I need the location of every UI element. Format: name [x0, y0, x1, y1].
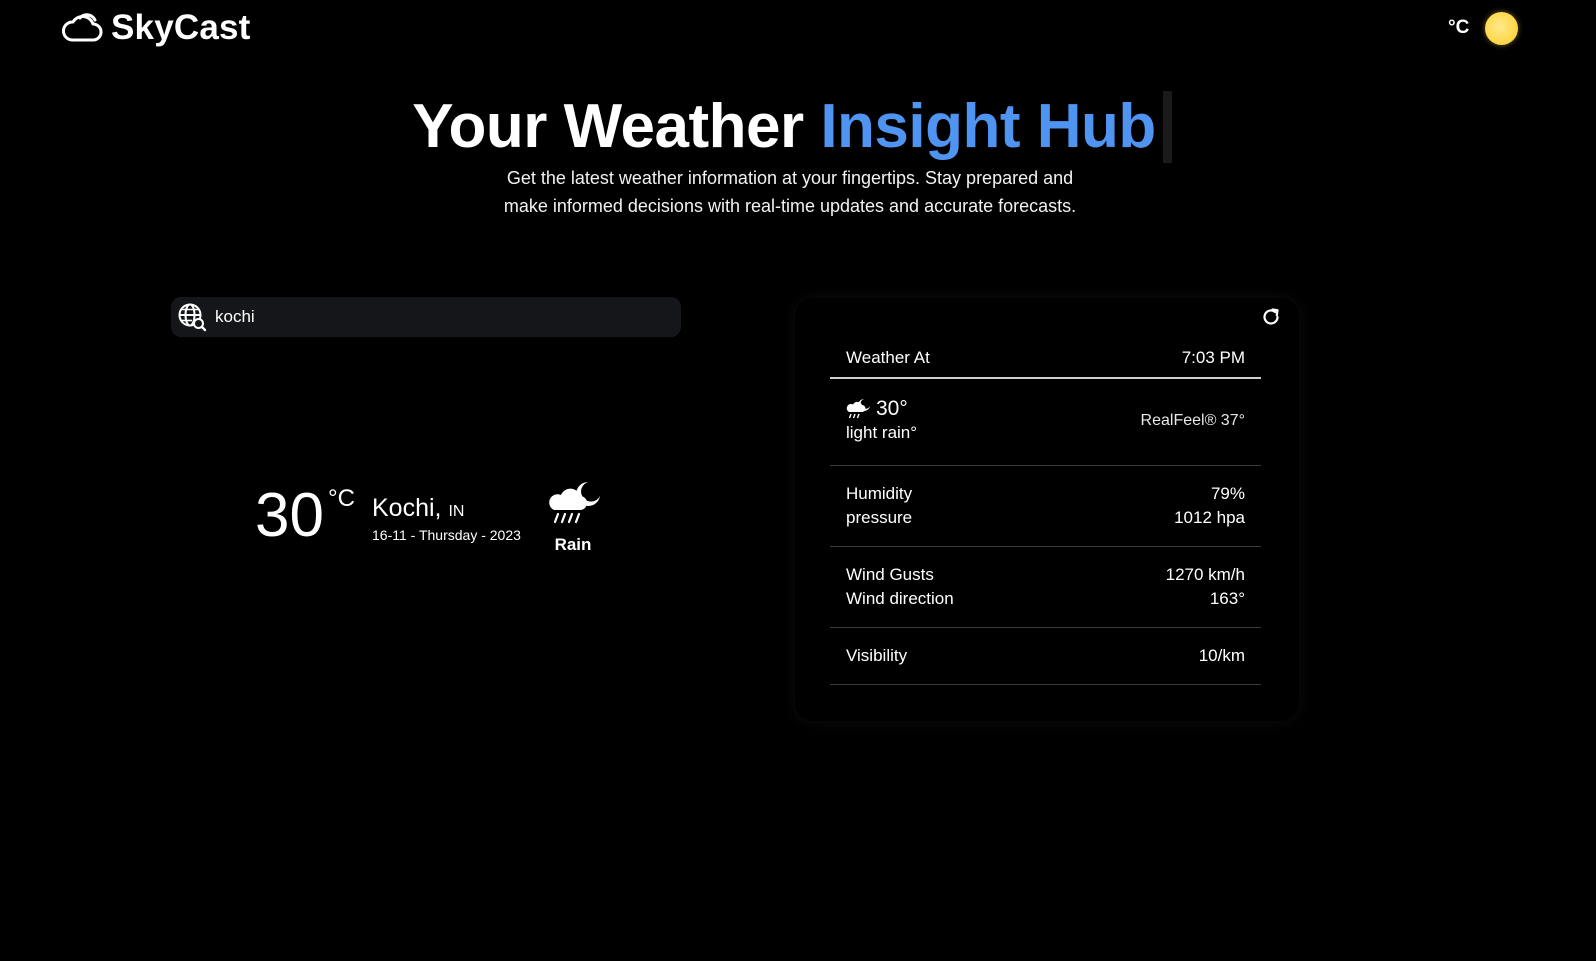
- hero-title-plain: Your Weather: [412, 92, 821, 161]
- weather-at-row: Weather At 7:03 PM: [830, 346, 1261, 370]
- country-code: IN: [448, 503, 465, 520]
- hero-title-accent: Insight Hub: [820, 92, 1156, 161]
- wind-direction-value: 163°: [1209, 589, 1245, 608]
- divider: [830, 377, 1261, 379]
- globe-search-icon: [178, 303, 207, 332]
- theme-toggle-sun-icon[interactable]: [1485, 12, 1518, 45]
- page: SkyCast °C Your Weather Insight Hub Get …: [0, 0, 1596, 961]
- humidity-label: Humidity: [846, 484, 913, 503]
- wind-direction-label: Wind direction: [846, 589, 954, 608]
- weather-at-time: 7:03 PM: [1181, 348, 1245, 367]
- wind-gusts-label: Wind Gusts: [846, 565, 934, 584]
- now-temp: 30°: [876, 397, 908, 420]
- condition-label: Rain: [554, 535, 592, 554]
- wind-gusts-row: Wind Gusts 1270 km/h: [830, 563, 1261, 587]
- hero-title: Your Weather Insight Hub: [0, 92, 1596, 162]
- search-input[interactable]: [215, 307, 655, 327]
- divider: [830, 465, 1261, 466]
- humidity-row: Humidity 79%: [830, 482, 1261, 506]
- visibility-row: Visibility 10/km: [830, 644, 1261, 668]
- refresh-icon[interactable]: [1261, 307, 1281, 327]
- realfeel: RealFeel® 37°: [1140, 412, 1245, 429]
- wind-gusts-value: 1270 km/h: [1165, 565, 1245, 584]
- conditions-left: 30° light rain°: [846, 397, 917, 445]
- weather-at-label: Weather At: [846, 348, 930, 367]
- pressure-value: 1012 hpa: [1174, 508, 1245, 527]
- city-name: Kochi, IN: [372, 494, 464, 526]
- search-bar[interactable]: [171, 297, 681, 337]
- humidity-value: 79%: [1210, 484, 1245, 503]
- typing-caret: [1163, 91, 1172, 163]
- app-name: SkyCast: [111, 7, 251, 47]
- visibility-value: 10/km: [1198, 646, 1245, 665]
- unit-toggle[interactable]: °C: [1448, 17, 1469, 39]
- current-date: 16-11 - Thursday - 2023: [372, 527, 521, 543]
- current-conditions-row: 30° light rain° RealFeel® 37°: [830, 397, 1261, 445]
- city-label: Kochi,: [372, 494, 442, 522]
- current-temperature: 30: [255, 481, 324, 550]
- app-logo[interactable]: SkyCast: [61, 9, 251, 45]
- visibility-label: Visibility: [846, 646, 908, 665]
- wind-direction-row: Wind direction 163°: [830, 587, 1261, 611]
- cloud-icon: [62, 13, 103, 42]
- divider: [830, 546, 1261, 547]
- rain-night-small-icon: [846, 399, 870, 419]
- rain-night-icon: [549, 482, 600, 524]
- pressure-label: pressure: [846, 508, 913, 527]
- pressure-row: pressure 1012 hpa: [830, 506, 1261, 530]
- temperature-unit: °C: [328, 485, 355, 512]
- divider: [830, 627, 1261, 628]
- divider: [830, 684, 1261, 685]
- now-temp-line: 30°: [846, 397, 917, 421]
- weather-description: light rain°: [846, 423, 918, 442]
- hero-subtitle: Get the latest weather information at yo…: [503, 168, 1077, 216]
